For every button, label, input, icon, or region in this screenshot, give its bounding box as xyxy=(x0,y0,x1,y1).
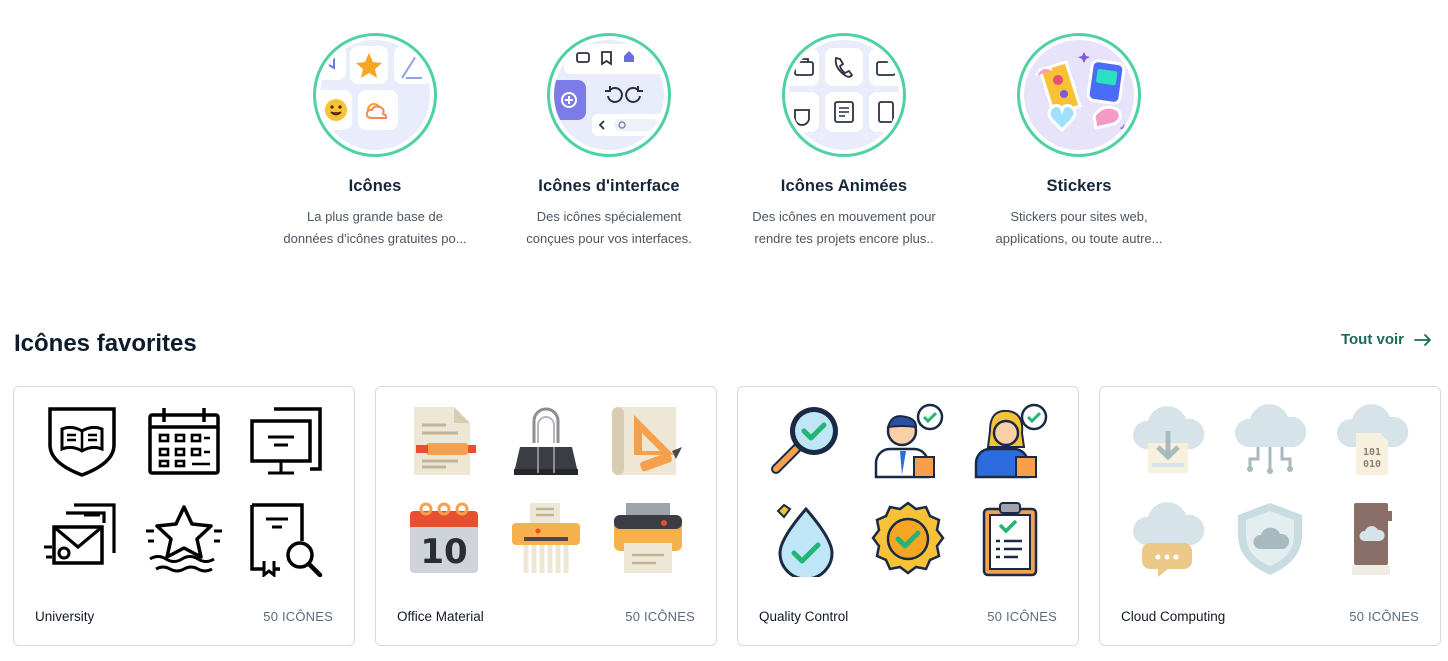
document-marker-icon xyxy=(406,403,482,479)
pack-name: Cloud Computing xyxy=(1121,609,1226,624)
category-title: Icônes xyxy=(348,177,402,195)
see-all-link[interactable]: Tout voir xyxy=(1341,331,1432,348)
cloud-binary-icon: 101 010 xyxy=(1334,403,1410,479)
category-interface-icons[interactable]: Icônes d'interface Des icônes spécialeme… xyxy=(489,33,729,250)
pack-name: Quality Control xyxy=(759,609,849,624)
binary-line-2: 010 xyxy=(1363,459,1381,470)
category-description: Des icônes spécialement conçues pour vos… xyxy=(526,209,692,246)
cloud-network-icon xyxy=(1232,403,1308,479)
pack-preview-grid xyxy=(768,403,1050,579)
category-animated-thumbnail xyxy=(782,33,906,157)
category-stickers-thumbnail xyxy=(1017,33,1141,157)
category-title: Stickers xyxy=(1046,177,1112,195)
pack-count: 50 ICÔNES xyxy=(263,609,333,624)
book-shield-icon xyxy=(44,403,120,479)
notebook-search-icon xyxy=(248,501,324,577)
pack-name: Office Material xyxy=(397,609,484,624)
cloud-download-icon xyxy=(1130,403,1206,479)
checklist-clipboard-icon xyxy=(972,501,1048,577)
see-all-label: Tout voir xyxy=(1340,331,1404,348)
mail-envelope-icon xyxy=(44,501,120,577)
section-title: Icônes favorites xyxy=(14,330,197,357)
magnifier-check-icon xyxy=(768,403,844,479)
category-icons[interactable]: Icônes La plus grande base de données d'… xyxy=(255,33,495,250)
drafting-triangle-icon xyxy=(610,403,686,479)
pack-preview-grid: 10 xyxy=(406,403,688,579)
inspector-man-icon xyxy=(870,403,946,479)
pack-card-office-material[interactable]: 10 Office Material 50 ICÔNES xyxy=(375,386,717,646)
pack-card-quality-control[interactable]: Quality Control 50 ICÔNES xyxy=(737,386,1079,646)
pack-card-cloud-computing[interactable]: 101 010 Cloud Computing 50 ICÔNES xyxy=(1099,386,1441,646)
category-description: La plus grande base de données d'icônes … xyxy=(283,209,467,246)
arrow-right-icon xyxy=(1414,333,1431,346)
cloud-chat-icon xyxy=(1130,501,1206,577)
quality-badge-icon xyxy=(870,501,946,577)
cloud-device-icon xyxy=(1334,501,1410,577)
category-icons-thumbnail xyxy=(313,33,437,157)
pack-count: 50 ICÔNES xyxy=(1349,609,1419,624)
category-description: Des icônes en mouvement pour rendre tes … xyxy=(752,209,936,246)
category-animated-icons[interactable]: Icônes Animées Des icônes en mouvement p… xyxy=(724,33,964,250)
cloud-shield-icon xyxy=(1232,501,1308,577)
pack-count: 50 ICÔNES xyxy=(625,609,695,624)
pack-preview-grid xyxy=(44,403,326,579)
calendar-10-icon: 10 xyxy=(406,501,482,577)
computer-screens-icon xyxy=(248,403,324,479)
pack-card-university[interactable]: University 50 ICÔNES xyxy=(13,386,355,646)
interface-collage-icon xyxy=(554,44,664,136)
binder-clip-icon xyxy=(508,403,584,479)
inspector-woman-icon xyxy=(972,403,1048,479)
category-title: Icônes d'interface xyxy=(538,177,680,195)
stickers-collage-icon xyxy=(1035,52,1129,133)
pack-count: 50 ICÔNES xyxy=(987,609,1057,624)
paper-shredder-icon xyxy=(508,501,584,577)
category-title: Icônes Animées xyxy=(780,177,908,195)
water-drop-check-icon xyxy=(768,501,844,577)
calendar-icon xyxy=(146,403,222,479)
category-description: Stickers pour sites web, applications, o… xyxy=(995,209,1163,246)
category-stickers[interactable]: Stickers Stickers pour sites web, applic… xyxy=(959,33,1199,250)
category-row: Icônes La plus grande base de données d'… xyxy=(0,33,1448,263)
favorite-packs: University 50 ICÔNES 10 Office Material … xyxy=(13,386,1441,646)
pack-preview-grid: 101 010 xyxy=(1130,403,1412,579)
category-interface-thumbnail xyxy=(547,33,671,157)
icons-collage-icon xyxy=(320,46,430,130)
printer-icon xyxy=(610,501,686,577)
binary-line-1: 101 xyxy=(1363,447,1381,458)
pack-name: University xyxy=(35,609,95,624)
star-waves-icon xyxy=(146,501,222,577)
calendar-day-number: 10 xyxy=(420,532,467,572)
animated-collage-icon xyxy=(789,48,899,132)
